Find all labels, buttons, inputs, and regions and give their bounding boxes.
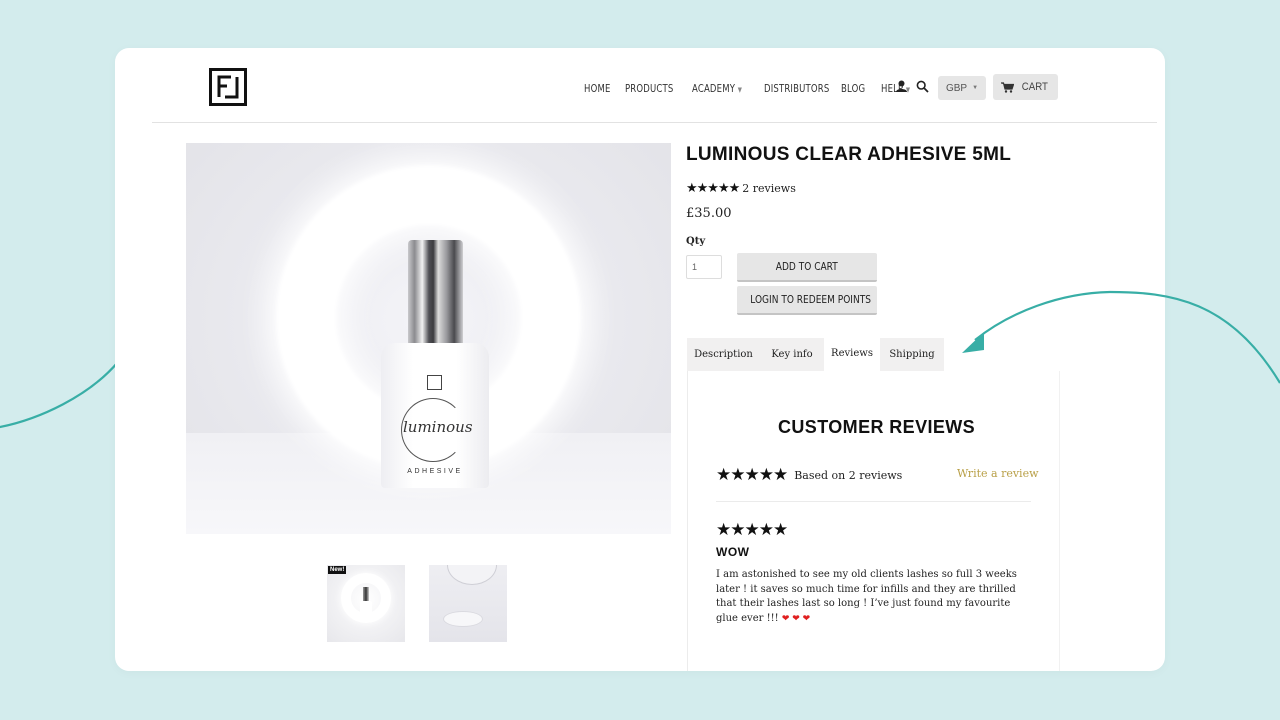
header-divider [152,122,1157,123]
product-page-window: HOME PRODUCTS ACADEMY ▼ DISTRIBUTORS BLOG… [115,48,1165,671]
search-button[interactable] [916,80,929,98]
nav-blog-label: BLOG [841,81,866,95]
tab-description[interactable]: Description [687,338,760,371]
nav-products-label: PRODUCTS [625,81,674,95]
product-title: LUMINOUS CLEAR ADHESIVE 5ML [686,144,1012,165]
write-review-link[interactable]: Write a review [957,467,1039,480]
product-tabs: Description Key info Reviews Shipping [687,338,944,371]
tab-label: Reviews [831,348,873,359]
nav-academy[interactable]: ACADEMY ▼ [692,82,748,95]
thumb-closeup-shape [443,611,483,627]
bottle-logo-icon [427,375,442,390]
tab-reviews[interactable]: Reviews [824,338,880,371]
product-price: £35.00 [686,206,732,221]
nav-distributors[interactable]: DISTRIBUTORS [764,82,829,95]
currency-label: GBP [945,82,968,94]
heart-emoji-icon: ❤ ❤ ❤ [781,613,811,624]
cart-button[interactable]: CART [993,74,1058,100]
login-redeem-label: LOGIN TO REDEEM POINTS [750,293,871,306]
shopping-cart-icon [1001,81,1015,93]
chevron-down-icon: ▼ [972,85,979,91]
bottle-subtext: ADHESIVE [407,468,463,475]
star-rating-icon: ★★★★★ [716,465,788,485]
tab-key-info[interactable]: Key info [760,338,824,371]
currency-selector[interactable]: GBP ▼ [938,76,986,100]
thumb-cap [363,587,369,601]
review-count-link[interactable]: 2 reviews [742,182,796,195]
login-redeem-points-button[interactable]: LOGIN TO REDEEM POINTS [737,286,877,315]
review-text: I am astonished to see my old clients la… [716,569,1017,624]
reviews-based-on: Based on 2 reviews [794,468,903,482]
chevron-down-icon: ▼ [737,85,743,94]
add-to-cart-button[interactable]: ADD TO CART [737,253,877,282]
main-nav: HOME PRODUCTS ACADEMY ▼ DISTRIBUTORS BLOG… [584,75,928,101]
nav-distributors-label: DISTRIBUTORS [764,81,830,95]
cart-label: CART [1021,81,1049,93]
reviews-summary: ★★★★★ Based on 2 reviews [716,465,902,485]
reviews-divider [716,501,1031,502]
nav-academy-label: ACADEMY [692,81,736,95]
tab-shipping[interactable]: Shipping [880,338,944,371]
bottle-brand-text: luminous [403,418,473,436]
nav-products[interactable]: PRODUCTS [625,82,677,95]
new-badge: New! [328,566,347,574]
nav-blog[interactable]: BLOG [841,82,869,95]
thumbnail-closeup[interactable] [429,565,507,642]
quantity-input[interactable] [686,255,722,279]
review-title: WOW [716,545,750,559]
nav-home-label: HOME [584,81,611,95]
tab-label: Description [694,349,753,360]
customer-reviews-heading: CUSTOMER REVIEWS [778,417,976,437]
tab-label: Shipping [889,349,935,360]
bottle-cap [408,240,463,344]
account-button[interactable] [895,80,908,98]
review-star-rating-icon: ★★★★★ [716,520,788,539]
person-icon [896,80,907,92]
brand-logo[interactable] [209,68,247,106]
qty-label: Qty [686,236,706,247]
add-to-cart-label: ADD TO CART [775,260,838,273]
product-rating: ★★★★★ 2 reviews [686,181,796,196]
tab-label: Key info [771,349,813,360]
product-main-image[interactable]: luminous ADHESIVE [186,143,671,534]
search-icon [916,80,929,93]
star-rating-icon: ★★★★★ [686,181,740,196]
nav-home[interactable]: HOME [584,82,613,95]
review-body: I am astonished to see my old clients la… [716,568,1032,626]
thumb-bottle [360,601,372,619]
thumbnail-bottle-ring[interactable]: New! [327,565,405,642]
fj-logo-icon [209,68,247,106]
thumb-closeup-shape [447,565,497,585]
bottle-body: luminous ADHESIVE [381,343,489,488]
